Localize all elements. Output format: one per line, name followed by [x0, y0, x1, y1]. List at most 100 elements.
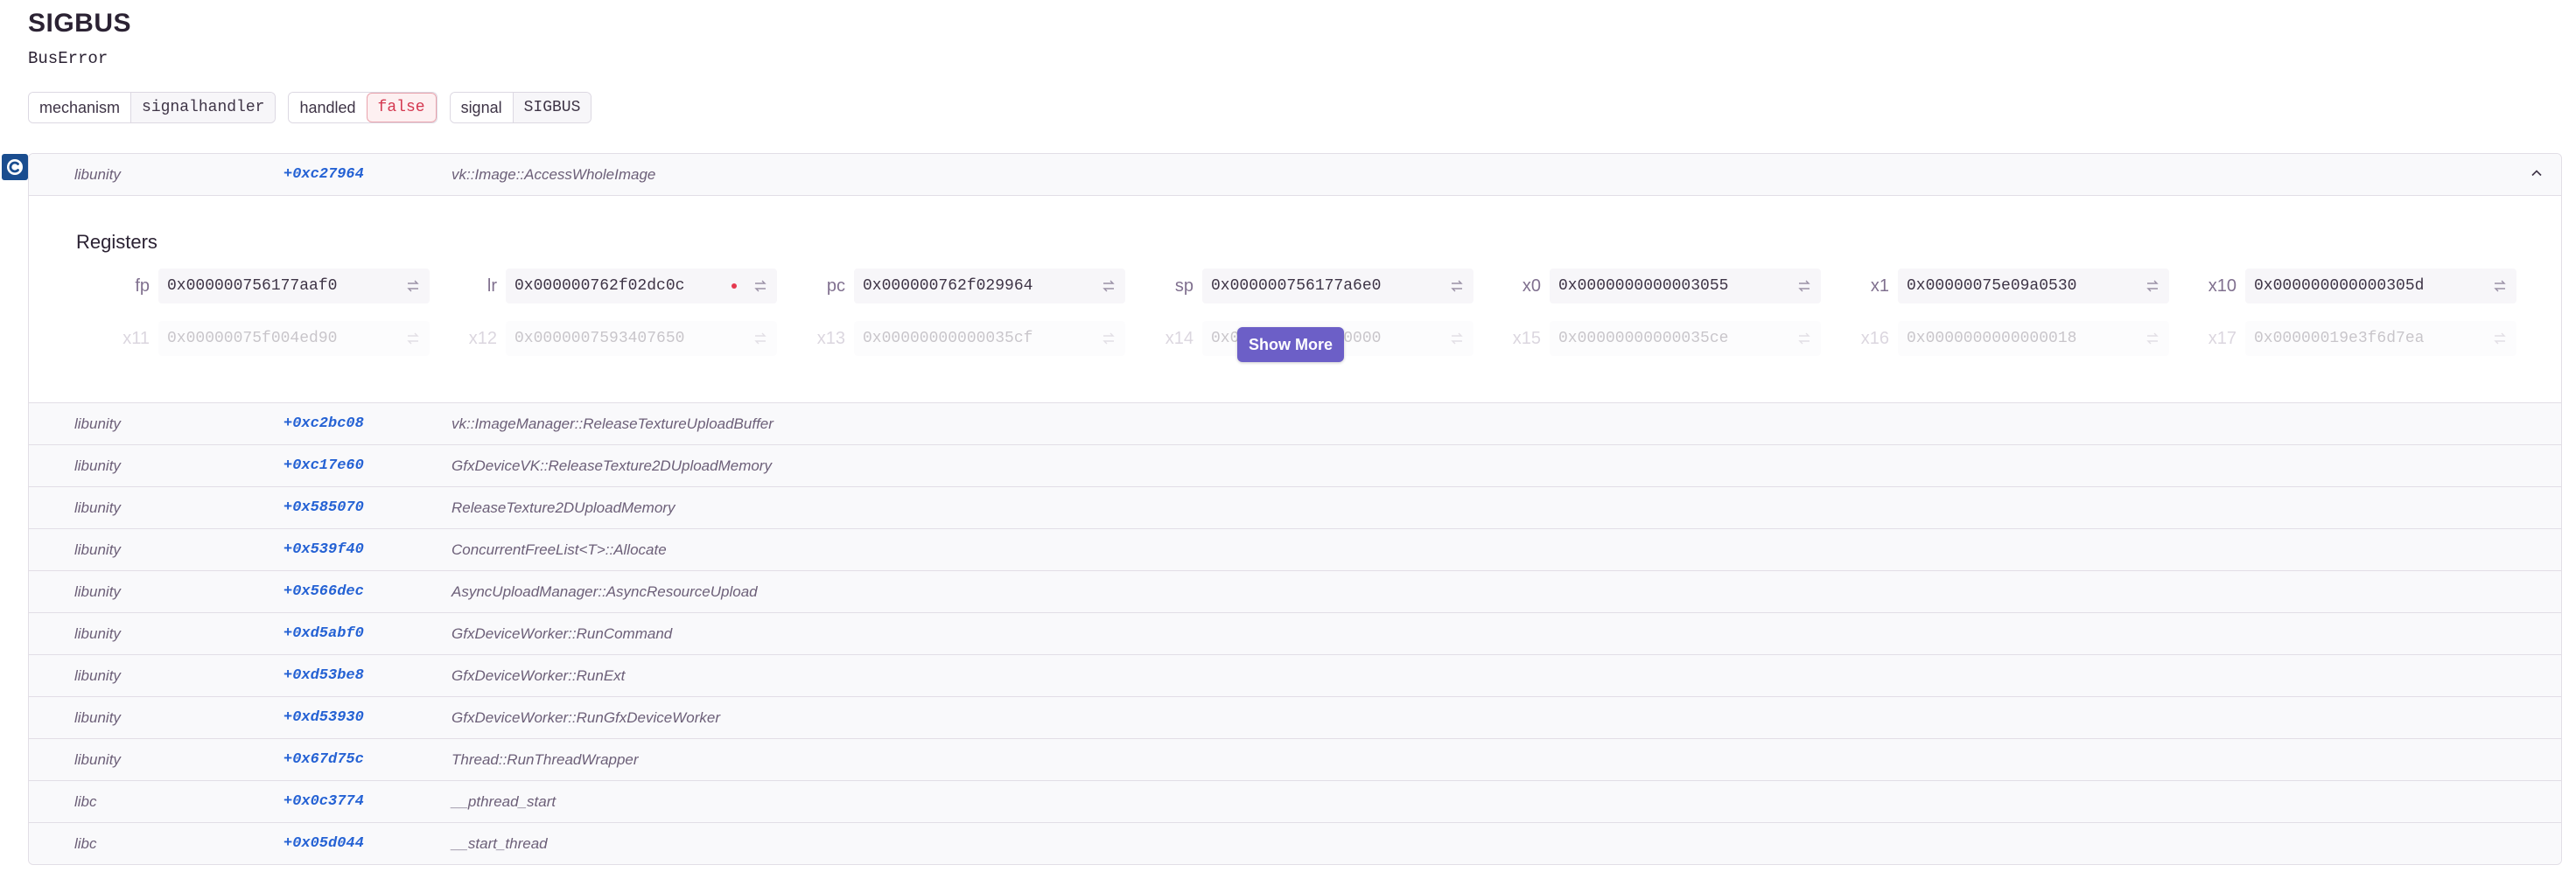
stack-frame[interactable]: libunity +0x67d75c Thread::RunThreadWrap…: [29, 739, 2561, 781]
frame-function: Thread::RunThreadWrapper: [452, 751, 639, 768]
register-name: sp: [1174, 276, 1194, 296]
frame-details: Registers fp 0x000000756177aaf0 lr 0x000…: [29, 196, 2561, 403]
show-more-registers-button[interactable]: Show More: [1237, 327, 1344, 362]
register-name: x10: [2208, 276, 2236, 296]
register-value[interactable]: 0x000000756177a6e0: [1202, 269, 1474, 303]
frame-address[interactable]: +0xd53930: [284, 709, 364, 726]
issue-event-page: SIGBUS BusError mechanism signalhandler …: [0, 0, 2576, 893]
stack-frame[interactable]: libunity +0xc2bc08 vk::ImageManager::Rel…: [29, 403, 2561, 445]
chevron-up-icon[interactable]: [2528, 164, 2545, 182]
frame-function: GfxDeviceVK::ReleaseTexture2DUploadMemor…: [452, 457, 772, 474]
mechanism-tags: mechanism signalhandler handled false si…: [28, 92, 592, 123]
frame-function: GfxDeviceWorker::RunCommand: [452, 625, 673, 642]
frame-package: libunity: [74, 499, 121, 516]
stack-frame[interactable]: libc +0x05d044 __start_thread: [29, 823, 2561, 864]
register-value: 0x0000007593407650: [506, 321, 777, 356]
frame-address[interactable]: +0xc17e60: [284, 457, 364, 474]
in-app-frame-icon[interactable]: [2, 154, 28, 180]
frame-package: libc: [74, 835, 97, 852]
swap-format-icon[interactable]: [2145, 278, 2160, 294]
exception-title: SIGBUS: [28, 9, 132, 38]
register-value[interactable]: 0x000000756177aaf0: [158, 269, 430, 303]
swap-format-icon: [1102, 332, 1115, 345]
frame-function: ReleaseTexture2DUploadMemory: [452, 499, 676, 516]
frame-address[interactable]: +0x67d75c: [284, 751, 364, 768]
tag-signal[interactable]: signal SIGBUS: [449, 92, 592, 123]
swap-format-icon[interactable]: [405, 278, 421, 294]
register-x12: x12 0x0000007593407650: [466, 321, 777, 356]
register-value[interactable]: 0x00000075e09a0530: [1898, 269, 2169, 303]
frame-package: libunity: [74, 457, 121, 474]
swap-format-icon[interactable]: [1101, 278, 1116, 294]
register-value[interactable]: 0x000000762f029964: [854, 269, 1125, 303]
stack-frame[interactable]: libunity +0xd53930 GfxDeviceWorker::RunG…: [29, 697, 2561, 739]
frame-package: libunity: [74, 583, 121, 600]
frame-package: libunity: [74, 667, 121, 684]
frame-address[interactable]: +0xd5abf0: [284, 625, 364, 642]
frame-function: ConcurrentFreeList<T>::Allocate: [452, 541, 667, 558]
stack-frame[interactable]: libunity +0xd5abf0 GfxDeviceWorker::RunC…: [29, 613, 2561, 655]
frame-function: __start_thread: [452, 835, 548, 852]
frame-address[interactable]: +0xc2bc08: [284, 415, 364, 432]
tag-key: mechanism: [29, 93, 131, 122]
register-name: x14: [1165, 328, 1194, 348]
register-value: 0x0000000000000018: [1898, 321, 2169, 356]
frame-package: libunity: [74, 166, 121, 183]
stack-frame[interactable]: libunity +0x585070 ReleaseTexture2DUploa…: [29, 487, 2561, 529]
register-x15: x15 0x00000000000035ce: [1509, 321, 1821, 356]
tag-value: signalhandler: [130, 93, 276, 122]
frame-address[interactable]: +0x05d044: [284, 835, 364, 852]
frame-address[interactable]: +0xc27964: [284, 166, 364, 183]
register-value: 0x00000000000035ce: [1550, 321, 1821, 356]
frame-function: GfxDeviceWorker::RunGfxDeviceWorker: [452, 709, 721, 726]
register-sp: sp 0x000000756177a6e0: [1162, 269, 1474, 303]
frame-address[interactable]: +0x0c3774: [284, 793, 364, 810]
frame-package: libunity: [74, 709, 121, 726]
swap-format-icon[interactable]: [752, 278, 768, 294]
tag-value-error: false: [366, 93, 437, 122]
register-x11: x11 0x00000075f004ed90: [118, 321, 430, 356]
register-value[interactable]: 0x000000000000305d: [2245, 269, 2516, 303]
frame-package: libunity: [74, 415, 121, 432]
register-name: x1: [1870, 276, 1889, 296]
swap-format-icon[interactable]: [1796, 278, 1812, 294]
swap-format-icon[interactable]: [2492, 278, 2508, 294]
stack-frame[interactable]: libc +0x0c3774 __pthread_start: [29, 781, 2561, 823]
tag-key: handled: [289, 93, 367, 122]
register-x1: x1 0x00000075e09a0530: [1858, 269, 2169, 303]
frame-address[interactable]: +0x539f40: [284, 541, 364, 558]
stack-frame[interactable]: libunity +0x539f40 ConcurrentFreeList<T>…: [29, 529, 2561, 571]
stack-frame[interactable]: libunity +0x566dec AsyncUploadManager::A…: [29, 571, 2561, 613]
register-value: 0x00000075f004ed90: [158, 321, 430, 356]
register-value[interactable]: 0x0000000000003055: [1550, 269, 1821, 303]
stack-trace: libunity +0xc27964 vk::Image::AccessWhol…: [28, 153, 2562, 865]
tag-handled[interactable]: handled false: [288, 92, 438, 123]
frame-package: libc: [74, 793, 97, 810]
tag-mechanism[interactable]: mechanism signalhandler: [28, 92, 276, 123]
frame-address[interactable]: +0xd53be8: [284, 667, 364, 684]
swap-format-icon: [407, 332, 419, 345]
register-x13: x13 0x00000000000035cf: [814, 321, 1125, 356]
frame-package: libunity: [74, 751, 121, 768]
register-x16: x16 0x0000000000000018: [1858, 321, 2169, 356]
tag-key: signal: [450, 93, 513, 122]
stack-frame[interactable]: libunity +0xd53be8 GfxDeviceWorker::RunE…: [29, 655, 2561, 697]
stack-frame[interactable]: libunity +0xc27964 vk::Image::AccessWhol…: [29, 154, 2561, 196]
register-pc: pc 0x000000762f029964: [814, 269, 1125, 303]
register-name: x11: [122, 328, 150, 348]
register-name: pc: [826, 276, 845, 296]
frame-address[interactable]: +0x566dec: [284, 583, 364, 600]
register-value[interactable]: 0x000000762f02dc0c: [506, 269, 777, 303]
frame-address[interactable]: +0x585070: [284, 499, 364, 516]
register-lr: lr 0x000000762f02dc0c: [466, 269, 777, 303]
register-value: 0x00000019e3f6d7ea: [2245, 321, 2516, 356]
register-name: fp: [135, 276, 150, 296]
register-name: x16: [1860, 328, 1889, 348]
swap-format-icon[interactable]: [1449, 278, 1465, 294]
frame-function: GfxDeviceWorker::RunExt: [452, 667, 626, 684]
register-name: x12: [468, 328, 497, 348]
stack-frame[interactable]: libunity +0xc17e60 GfxDeviceVK::ReleaseT…: [29, 445, 2561, 487]
tag-value: SIGBUS: [512, 93, 592, 122]
frame-function: vk::ImageManager::ReleaseTextureUploadBu…: [452, 415, 774, 432]
register-x17: x17 0x00000019e3f6d7ea: [2205, 321, 2516, 356]
